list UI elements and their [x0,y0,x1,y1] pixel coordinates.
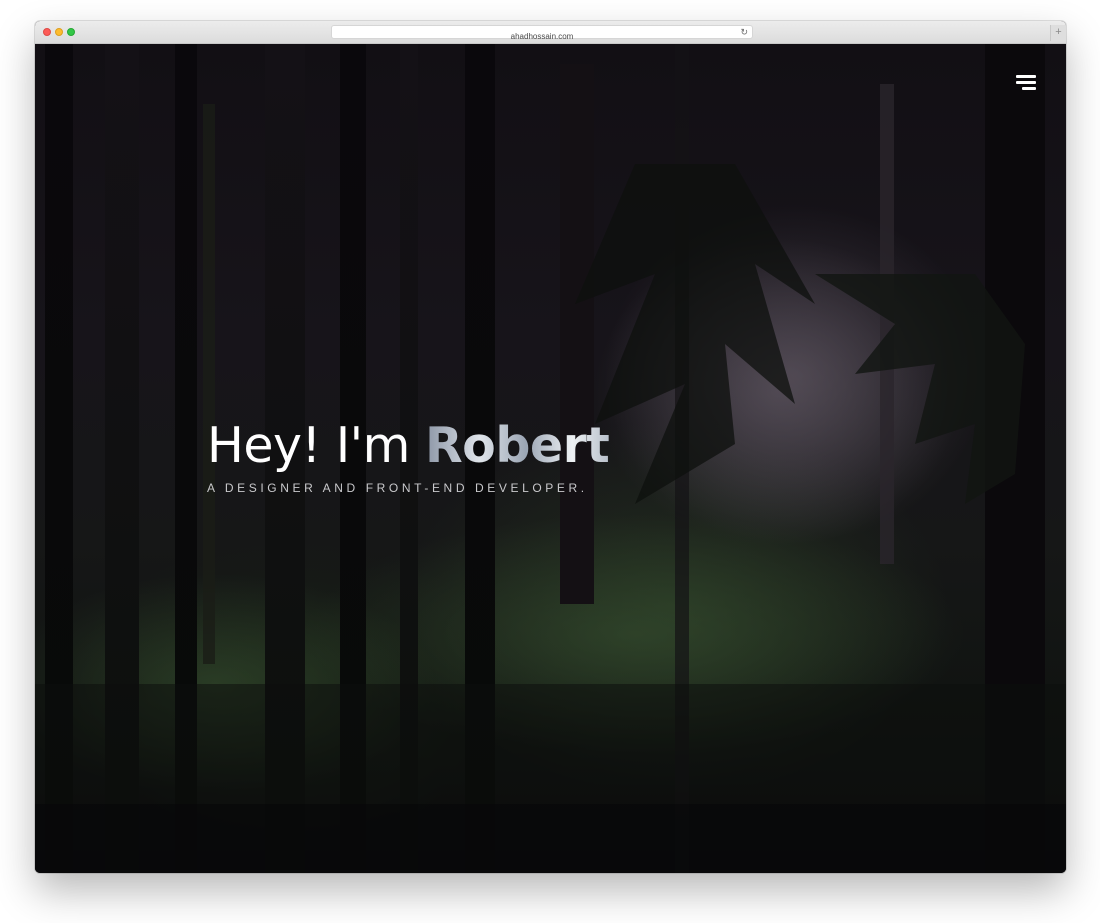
hero-greeting: Hey! I'm [207,417,425,474]
maximize-window-button[interactable] [67,28,75,36]
url-text: ahadhossain.com [510,32,574,41]
browser-titlebar: ahadhossain.com ↻ + [35,21,1066,44]
hero-text: Hey! I'm Robert A DESIGNER AND FRONT-END… [207,416,610,495]
browser-window: ahadhossain.com ↻ + Hey! I'm Robert A DE… [35,21,1066,873]
plus-icon[interactable]: + [1050,25,1066,41]
hero-subtitle: A DESIGNER AND FRONT-END DEVELOPER. [207,481,588,495]
address-bar[interactable]: ahadhossain.com ↻ [331,25,753,41]
menu-line [1022,87,1036,90]
menu-line [1016,81,1036,84]
reload-icon[interactable]: ↻ [740,26,748,39]
menu-line [1016,75,1036,78]
hero-title: Hey! I'm Robert [207,416,610,476]
minimize-window-button[interactable] [55,28,63,36]
hero-section: Hey! I'm Robert A DESIGNER AND FRONT-END… [35,44,1066,873]
hero-name: Robert [424,417,610,474]
hamburger-menu-icon[interactable] [1016,75,1036,91]
close-window-button[interactable] [43,28,51,36]
